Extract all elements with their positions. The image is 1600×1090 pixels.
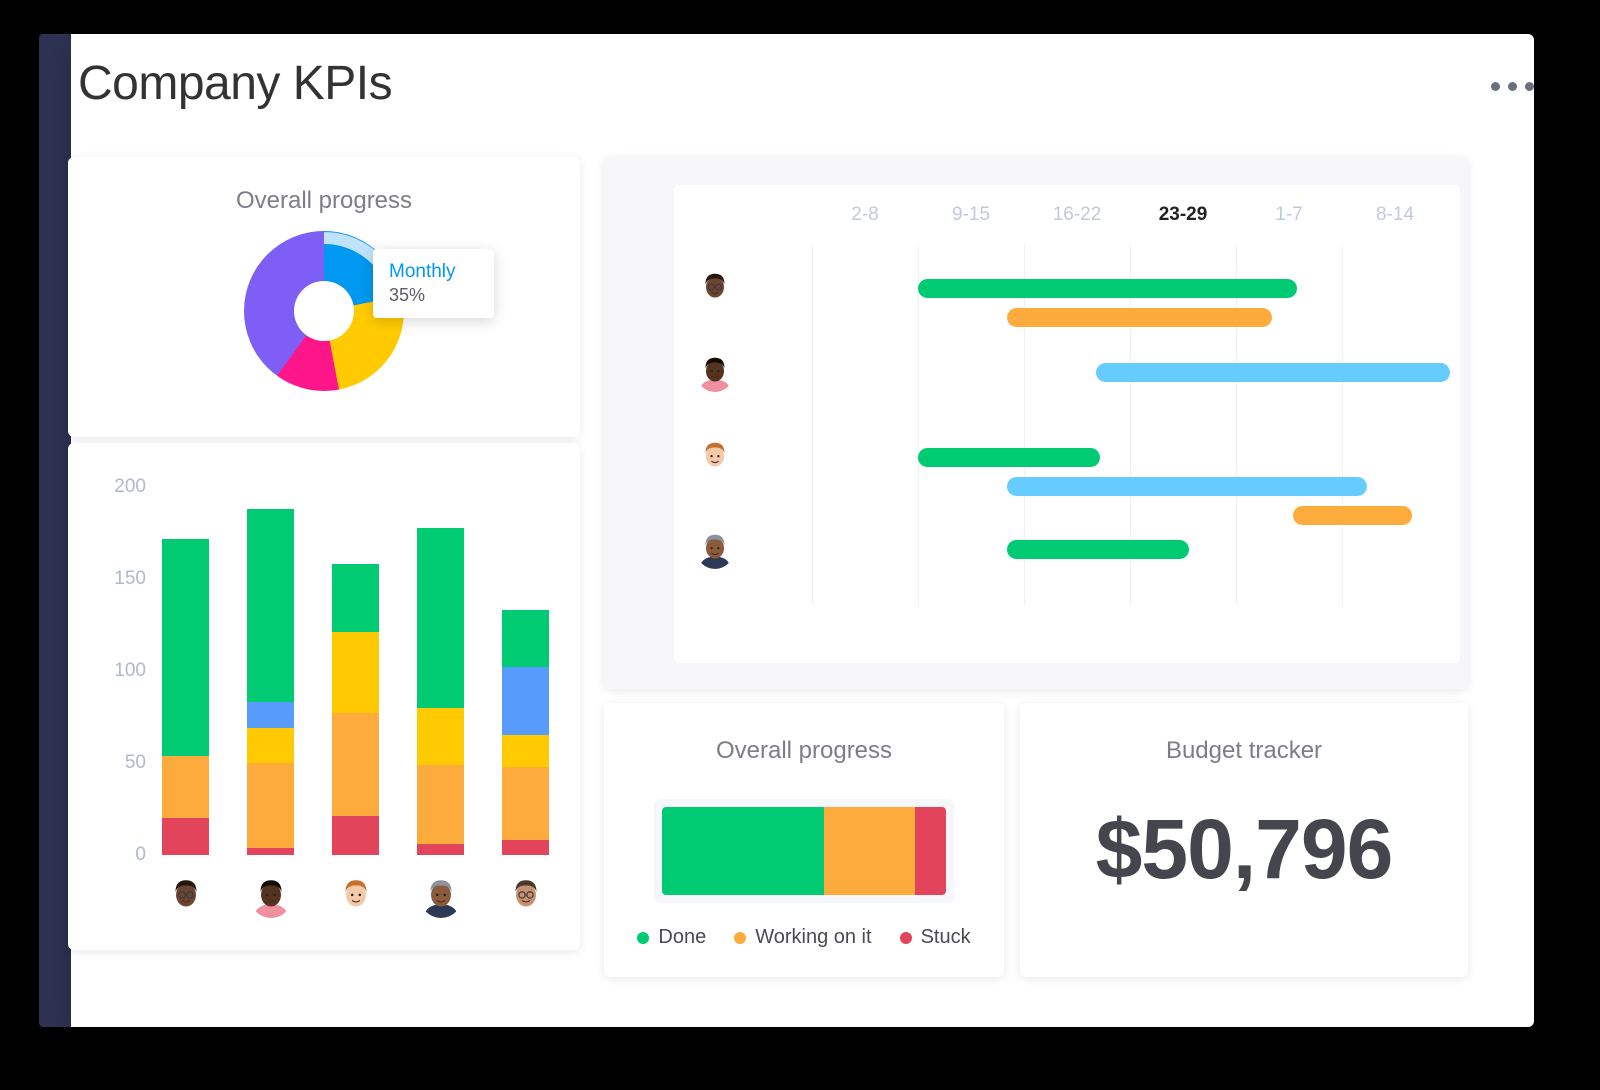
tooltip-value: 35% <box>389 285 426 305</box>
bar-segment <box>247 763 294 848</box>
bar-segment <box>332 816 379 855</box>
gantt-gridline <box>1342 245 1343 605</box>
legend-label: Done <box>658 926 707 948</box>
donut-chart[interactable]: Monthly 35% <box>244 231 494 391</box>
bar-segment <box>247 847 294 855</box>
gantt-column-label[interactable]: 8-14 <box>1376 204 1414 226</box>
gantt-bar[interactable] <box>1096 363 1450 382</box>
progress-segment <box>914 807 946 895</box>
legend-label: Stuck <box>920 926 971 948</box>
gantt-bar[interactable] <box>1293 506 1412 525</box>
avatar[interactable] <box>696 270 734 308</box>
bar-segment <box>502 610 549 668</box>
gantt-bar[interactable] <box>1007 540 1190 559</box>
gantt-gridline <box>918 245 919 605</box>
bar-column[interactable] <box>247 509 294 855</box>
gantt-column-label[interactable]: 1-7 <box>1275 204 1302 226</box>
dashboard-root: Company KPIs Overall progress Monthly 35… <box>0 0 1600 1090</box>
y-tick-label: 200 <box>114 476 146 497</box>
donut-hole <box>294 281 354 341</box>
budget-card-title: Budget tracker <box>1165 737 1323 764</box>
bar-chart-plot: 0 50 100 150 200 <box>68 443 580 950</box>
bar-segment <box>247 728 294 764</box>
kebab-menu-icon[interactable] <box>1491 82 1534 91</box>
page-title: Company KPIs <box>78 57 393 110</box>
legend-item[interactable]: Stuck <box>899 926 971 949</box>
bar-segment <box>332 632 379 714</box>
gantt-column-label[interactable]: 2-8 <box>851 204 878 226</box>
bar-segment <box>162 755 209 819</box>
progress-segment <box>823 807 915 895</box>
tooltip-label: Monthly <box>389 261 456 282</box>
avatar[interactable] <box>334 876 377 918</box>
gantt-gridline <box>812 245 813 605</box>
budget-tracker-card: Budget tracker $50,796 <box>1020 703 1468 977</box>
overall-progress-donut-card: Overall progress Monthly 35% <box>68 157 580 437</box>
bar-segment <box>162 538 209 756</box>
timeline-gantt-card: 2-8 9-15 16-22 23-29 1-7 8-14 <box>604 157 1468 689</box>
avatar[interactable] <box>696 531 734 569</box>
gantt-column-label[interactable]: 16-22 <box>1053 204 1102 226</box>
gantt-bar[interactable] <box>1007 308 1272 327</box>
legend-dot <box>734 931 747 944</box>
bar-column[interactable] <box>417 527 464 855</box>
gantt-inner-panel: 2-8 9-15 16-22 23-29 1-7 8-14 <box>674 185 1460 663</box>
legend-dot <box>899 931 912 944</box>
bar-segment <box>417 764 464 844</box>
kebab-dot <box>1508 82 1517 91</box>
y-tick-label: 150 <box>114 568 146 589</box>
donut-tooltip: Monthly 35% <box>373 249 494 318</box>
gantt-bar[interactable] <box>918 448 1101 467</box>
bar-segment <box>247 509 294 703</box>
kebab-dot <box>1525 82 1534 91</box>
bar-segment <box>502 667 549 736</box>
legend-item[interactable]: Working on it <box>734 926 872 949</box>
gantt-column-label[interactable]: 23-29 <box>1159 204 1208 226</box>
progress-card-title: Overall progress <box>715 737 893 764</box>
avatar[interactable] <box>696 354 734 392</box>
bar-segment <box>502 840 549 855</box>
bar-series-group <box>143 487 568 855</box>
bar-column[interactable] <box>332 564 379 855</box>
bar-segment <box>417 843 464 855</box>
bar-column[interactable] <box>502 610 549 855</box>
gantt-bar[interactable] <box>918 279 1298 298</box>
bar-axis-avatars <box>143 876 568 922</box>
bar-segment <box>332 564 379 633</box>
bar-column[interactable] <box>162 538 209 855</box>
gantt-gridline <box>1236 245 1237 605</box>
gantt-column-label[interactable]: 9-15 <box>952 204 990 226</box>
legend-dot <box>637 931 650 944</box>
avatar[interactable] <box>696 439 734 477</box>
donut-card-title: Overall progress <box>235 187 413 214</box>
progress-bar-track <box>662 807 946 895</box>
avatar[interactable] <box>504 876 547 918</box>
bar-segment <box>502 735 549 767</box>
overall-progress-bar-card: Overall progress Done Working on it Stuck <box>604 703 1004 977</box>
gantt-column-headers: 2-8 9-15 16-22 23-29 1-7 8-14 <box>674 185 1460 245</box>
legend-label: Working on it <box>755 926 872 948</box>
stacked-bar-chart-card: 0 50 100 150 200 <box>68 443 580 950</box>
y-tick-label: 100 <box>114 660 146 681</box>
bar-segment <box>332 713 379 817</box>
kebab-dot <box>1491 82 1500 91</box>
legend-item[interactable]: Done <box>637 926 706 949</box>
avatar[interactable] <box>164 876 207 918</box>
progress-bar-container[interactable] <box>654 799 954 903</box>
bar-segment <box>162 818 209 855</box>
bar-segment <box>417 707 464 765</box>
avatar[interactable] <box>249 876 292 918</box>
avatar[interactable] <box>419 876 462 918</box>
budget-value: $50,796 <box>1095 802 1394 896</box>
bar-segment <box>417 527 464 708</box>
bar-segment <box>247 702 294 729</box>
bar-segment <box>502 766 549 841</box>
gantt-grid-area <box>674 245 1460 605</box>
progress-segment <box>662 807 824 895</box>
gantt-bar[interactable] <box>1007 477 1368 496</box>
progress-legend: Done Working on it Stuck <box>604 926 1004 949</box>
